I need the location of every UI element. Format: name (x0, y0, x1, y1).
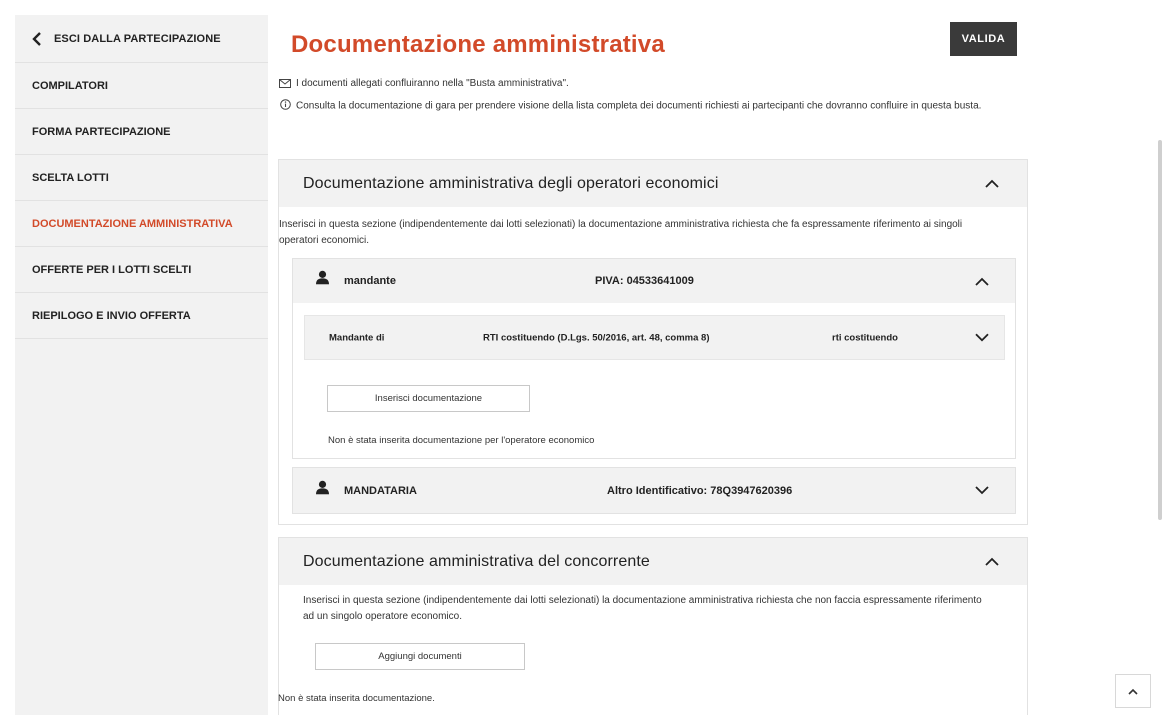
user-icon (316, 270, 329, 289)
sidebar-item-compilatori[interactable]: COMPILATORI (15, 63, 268, 109)
consult-info: Consulta la documentazione di gara per p… (278, 98, 1028, 115)
add-documents-button[interactable]: Aggiungi documenti (315, 643, 525, 670)
sidebar-item-offerte-lotti[interactable]: OFFERTE PER I LOTTI SCELTI (15, 247, 268, 293)
sidebar-item-scelta-lotti[interactable]: SCELTA LOTTI (15, 155, 268, 201)
operator-mandataria-name: MANDATARIA (344, 484, 417, 497)
chevron-down-icon[interactable] (975, 333, 989, 345)
operators-docs-description: Inserisci in questa sezione (indipendent… (279, 219, 963, 246)
mandante-role-status: rti costituendo (832, 332, 898, 343)
mandante-role-row[interactable]: Mandante di RTI costituendo (D.Lgs. 50/2… (304, 315, 1005, 360)
operators-docs-section: Documentazione amministrativa degli oper… (278, 159, 1028, 525)
page-title: Documentazione amministrativa (291, 31, 665, 58)
operator-mandante-panel: mandante PIVA: 04533641009 Mandante di R… (292, 258, 1016, 459)
scroll-to-top-button[interactable] (1115, 674, 1151, 708)
exit-participation-link[interactable]: ESCI DALLA PARTECIPAZIONE (15, 15, 268, 63)
envelope-icon (278, 77, 292, 89)
busta-info-text: I documenti allegati confluiranno nella … (296, 77, 569, 89)
mandante-role-label: Mandante di (329, 332, 385, 343)
operator-mandante-name: mandante (344, 275, 396, 287)
operators-docs-title: Documentazione amministrativa degli oper… (303, 174, 719, 192)
valida-button[interactable]: VALIDA (950, 22, 1017, 56)
sidebar-item-forma-partecipazione[interactable]: FORMA PARTECIPAZIONE (15, 109, 268, 155)
chevron-up-icon[interactable] (983, 177, 1001, 191)
chevron-up-icon[interactable] (973, 274, 991, 288)
sidebar-item-riepilogo-invio[interactable]: RIEPILOGO E INVIO OFFERTA (15, 293, 268, 339)
sidebar-nav: ESCI DALLA PARTECIPAZIONE COMPILATORI FO… (15, 15, 268, 715)
operator-mandataria-header[interactable]: MANDATARIA Altro Identificativo: 78Q3947… (293, 468, 1015, 513)
exit-participation-label: ESCI DALLA PARTECIPAZIONE (54, 32, 221, 45)
page-scrollbar[interactable] (1158, 140, 1162, 520)
operator-mandataria-panel: MANDATARIA Altro Identificativo: 78Q3947… (292, 467, 1016, 514)
operator-mandataria-id: Altro Identificativo: 78Q3947620396 (607, 484, 793, 497)
operator-mandante-header[interactable]: mandante PIVA: 04533641009 (293, 259, 1015, 303)
operators-docs-header[interactable]: Documentazione amministrativa degli oper… (279, 160, 1027, 207)
main-content: Documentazione amministrativa VALIDA I d… (278, 0, 1038, 715)
consult-info-text: Consulta la documentazione di gara per p… (296, 100, 982, 112)
competitor-docs-title: Documentazione amministrativa del concor… (303, 552, 650, 570)
user-icon (316, 480, 329, 499)
insert-documentation-button[interactable]: Inserisci documentazione (327, 385, 530, 412)
mandante-empty-note: Non è stata inserita documentazione per … (328, 435, 595, 446)
info-circle-icon (278, 98, 292, 110)
competitor-docs-header[interactable]: Documentazione amministrativa del concor… (279, 538, 1027, 585)
arrow-up-icon (1128, 682, 1138, 700)
competitor-empty-note: Non è stata inserita documentazione. (278, 693, 435, 704)
chevron-down-icon[interactable] (973, 484, 991, 498)
operator-mandante-piva: PIVA: 04533641009 (595, 275, 694, 287)
chevron-up-icon[interactable] (983, 555, 1001, 569)
chevron-left-icon (32, 31, 54, 46)
sidebar-item-documentazione-amministrativa[interactable]: DOCUMENTAZIONE AMMINISTRATIVA (15, 201, 268, 247)
mandante-role-type: RTI costituendo (D.Lgs. 50/2016, art. 48… (483, 332, 710, 343)
competitor-docs-description: Inserisci in questa sezione (indipendent… (303, 595, 982, 622)
competitor-docs-section: Documentazione amministrativa del concor… (278, 537, 1028, 715)
busta-info: I documenti allegati confluiranno nella … (278, 77, 569, 89)
